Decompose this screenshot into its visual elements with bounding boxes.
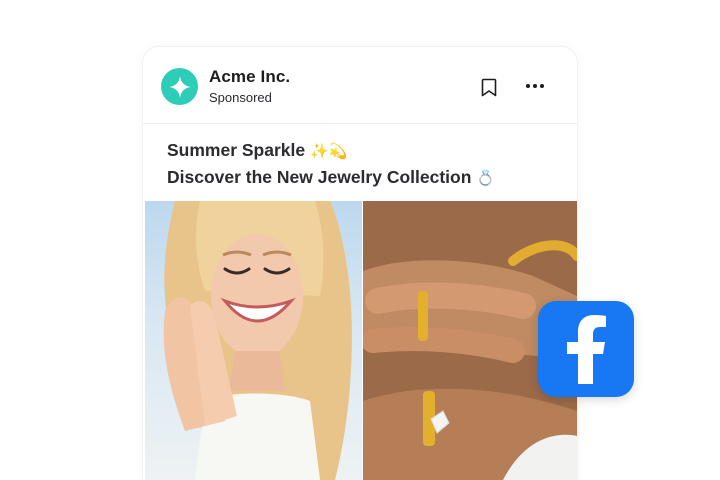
brand-avatar[interactable] (161, 68, 198, 105)
caption-line-2: Discover the New Jewelry Collection 💍 (167, 164, 567, 191)
more-options-icon (526, 84, 544, 88)
model-photo (145, 201, 362, 480)
post-caption: Summer Sparkle ✨💫 Discover the New Jewel… (167, 137, 567, 191)
brand-name[interactable]: Acme Inc. (209, 67, 290, 87)
caption-headline: Summer Sparkle (167, 140, 306, 160)
model-illustration (163, 201, 352, 480)
caption-line-1: Summer Sparkle ✨💫 (167, 137, 567, 164)
sponsored-label: Sponsored (209, 90, 272, 105)
save-button[interactable] (479, 76, 499, 98)
sparkle-icon (168, 75, 191, 98)
post-header: Acme Inc. Sponsored (143, 47, 577, 124)
bookmark-icon (481, 78, 497, 96)
stage: Acme Inc. Sponsored Summer Sparkle ✨💫 Di… (0, 0, 720, 480)
more-options-button[interactable] (523, 76, 547, 96)
facebook-icon (567, 315, 606, 384)
ring-emoji: 💍 (476, 169, 495, 187)
sparkles-emoji: ✨💫 (310, 142, 348, 160)
facebook-badge (538, 301, 634, 397)
caption-subline: Discover the New Jewelry Collection (167, 167, 472, 187)
post-media[interactable] (145, 201, 577, 480)
sponsored-post-card: Acme Inc. Sponsored Summer Sparkle ✨💫 Di… (143, 47, 577, 480)
